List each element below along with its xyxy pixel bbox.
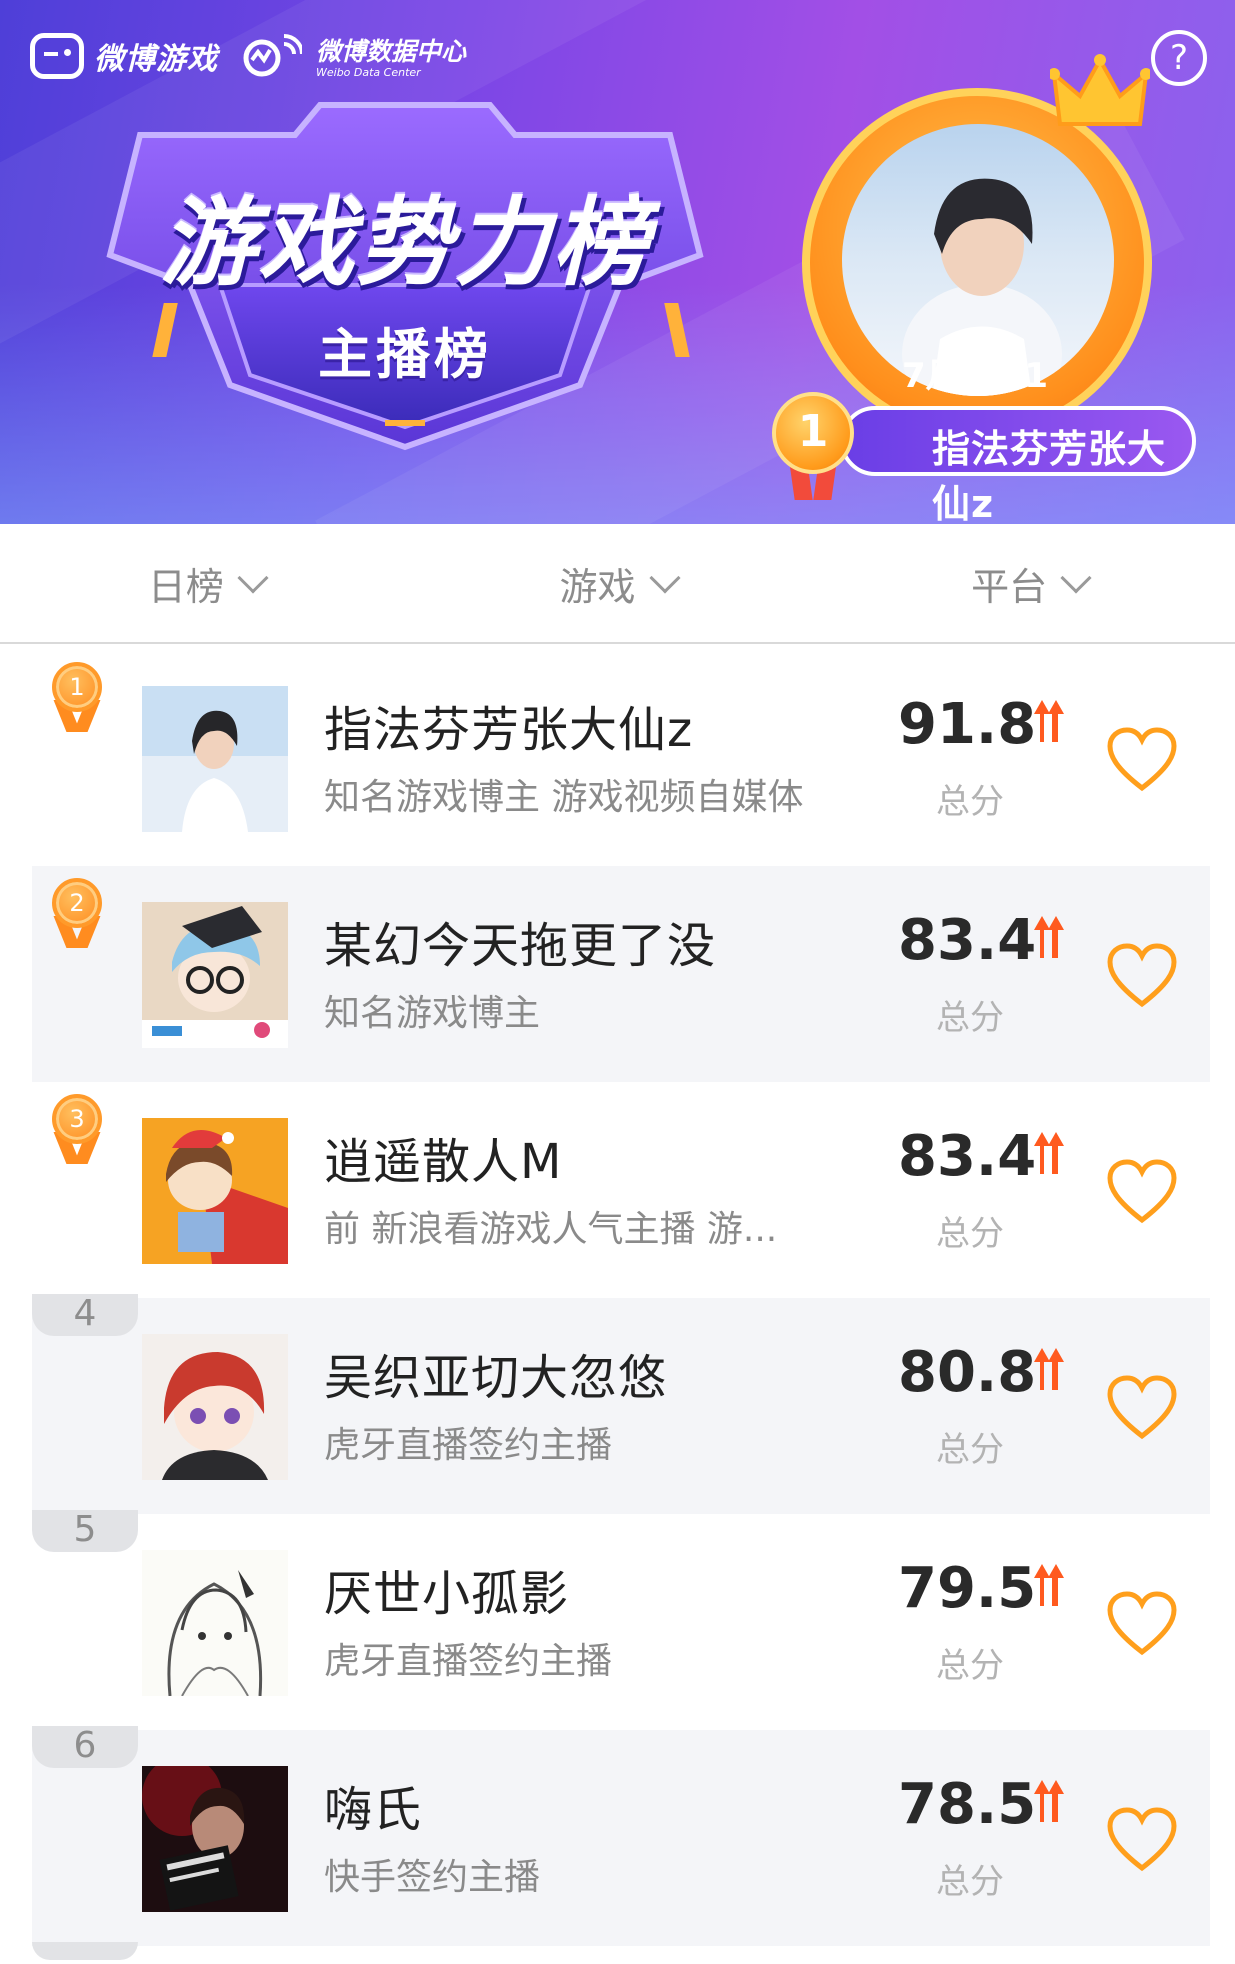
score-label: 总分 xyxy=(936,1862,1004,1902)
heart-icon[interactable] xyxy=(1106,1590,1178,1656)
page: 微博游戏 微博数据中心 Weibo Data Center ? 游戏势力榜 主播… xyxy=(0,0,1235,1964)
page-title: 游戏势力榜 xyxy=(160,187,650,299)
streamer-name[interactable]: 逍遥散人M xyxy=(324,1122,562,1192)
chevron-down-icon xyxy=(237,562,269,594)
champion-medal-icon: 1 xyxy=(772,392,854,500)
rank-medal-icon: 2 xyxy=(46,878,108,958)
filter-period-label: 日榜 xyxy=(147,564,224,609)
heart-icon[interactable] xyxy=(1106,1374,1178,1440)
avatar[interactable] xyxy=(142,1550,288,1696)
trend-up-icon xyxy=(1034,1564,1064,1606)
brand-game-text: 微博游戏 xyxy=(94,41,218,77)
streamer-description: 虎牙直播签约主播 xyxy=(324,1641,613,1682)
trend-up-icon xyxy=(1034,1132,1064,1174)
streamer-name[interactable]: 吴织亚切大忽悠 xyxy=(324,1338,667,1408)
avatar[interactable] xyxy=(142,902,288,1048)
chevron-down-icon xyxy=(1060,562,1092,594)
heart-icon[interactable] xyxy=(1106,942,1178,1008)
total-score: 78.5 xyxy=(898,1772,1037,1837)
trend-up-icon xyxy=(1034,1780,1064,1822)
list-item[interactable]: 2 某幻今天拖更了没 知名游戏博主 83.4 总分 xyxy=(32,866,1210,1082)
header-banner: 微博游戏 微博数据中心 Weibo Data Center ? 游戏势力榜 主播… xyxy=(0,0,1235,524)
streamer-name[interactable]: 某幻今天拖更了没 xyxy=(324,906,716,976)
avatar[interactable] xyxy=(142,1334,288,1480)
divider xyxy=(0,642,1235,644)
filter-game-dropdown[interactable]: 游戏 xyxy=(412,524,824,642)
trend-up-icon xyxy=(1034,700,1064,742)
rank-medal-icon: 3 xyxy=(46,1094,108,1174)
list-item[interactable] xyxy=(32,1942,1210,1964)
page-subtitle: 主播榜 xyxy=(318,323,492,386)
chevron-down-icon xyxy=(648,562,681,594)
streamer-description: 前 新浪看游戏人气主播 游... xyxy=(324,1209,778,1250)
streamer-name[interactable]: 嗨氏 xyxy=(324,1770,422,1840)
avatar[interactable] xyxy=(142,686,288,832)
brand-logos: 微博游戏 微博数据中心 Weibo Data Center xyxy=(30,32,466,79)
filter-platform-dropdown[interactable]: 平台 xyxy=(823,524,1235,642)
heart-icon[interactable] xyxy=(1106,1158,1178,1224)
brand-data-en-text: Weibo Data Center xyxy=(316,66,421,79)
filter-game-label: 游戏 xyxy=(559,564,636,609)
list-item[interactable]: 6 嗨氏 快手签约主播 78.5 总分 xyxy=(32,1726,1210,1946)
score-label: 总分 xyxy=(936,1430,1004,1470)
total-score: 79.5 xyxy=(898,1556,1037,1621)
rank-number: 4 xyxy=(32,1294,138,1336)
streamer-name[interactable]: 厌世小孤影 xyxy=(324,1554,569,1624)
heart-icon[interactable] xyxy=(1106,1806,1178,1872)
score-label: 总分 xyxy=(936,998,1004,1038)
brand-data-text: 微博数据中心 xyxy=(316,37,467,66)
total-score: 83.4 xyxy=(898,908,1037,973)
heart-icon[interactable] xyxy=(1106,726,1178,792)
filter-platform-label: 平台 xyxy=(971,564,1048,609)
streamer-description: 虎牙直播签约主播 xyxy=(324,1425,613,1466)
list-item[interactable]: 1 指法芬芳张大仙z 知名游戏博主 游戏视频自媒体 91.8 总分 xyxy=(32,650,1210,866)
crown-icon xyxy=(1050,54,1150,126)
champion-month-label: 7月No.1 xyxy=(901,356,1049,396)
trend-up-icon xyxy=(1034,916,1064,958)
score-label: 总分 xyxy=(936,782,1004,822)
weibo-data-icon xyxy=(240,33,304,78)
score-label: 总分 xyxy=(936,1646,1004,1686)
total-score: 91.8 xyxy=(898,692,1037,757)
avatar[interactable] xyxy=(142,1118,288,1264)
filter-bar: 日榜 游戏 平台 xyxy=(0,524,1235,642)
rank-number-partial xyxy=(32,1942,138,1960)
trend-up-icon xyxy=(1034,1348,1064,1390)
ranking-shield: 游戏势力榜 主播榜 xyxy=(60,95,750,455)
filter-period-dropdown[interactable]: 日榜 xyxy=(0,524,412,642)
champion-name-pill: 指法芬芳张大仙z xyxy=(840,406,1196,524)
champion-card[interactable]: 7月No.1 指法芬芳张大仙z 1 xyxy=(772,54,1210,524)
gamepad-icon xyxy=(30,32,84,79)
streamer-description: 知名游戏博主 游戏视频自媒体 xyxy=(324,777,804,818)
total-score: 80.8 xyxy=(898,1340,1037,1405)
list-item[interactable]: 3 逍遥散人M 前 新浪看游戏人气主播 游... 83.4 总分 xyxy=(32,1082,1210,1298)
list-item[interactable]: 4 吴织亚切大忽悠 虎牙直播签约主播 80.8 总分 xyxy=(32,1294,1210,1514)
streamer-name[interactable]: 指法芬芳张大仙z xyxy=(324,690,693,760)
streamer-description: 快手签约主播 xyxy=(324,1857,541,1898)
rank-medal-icon: 1 xyxy=(46,662,108,742)
champion-name: 指法芬芳张大仙z xyxy=(932,427,1167,524)
total-score: 83.4 xyxy=(898,1124,1037,1189)
list-item[interactable]: 5 厌世小孤影 虎牙直播签约主播 79.5 总分 xyxy=(32,1510,1210,1730)
rank-number: 5 xyxy=(32,1510,138,1552)
rank-number: 6 xyxy=(32,1726,138,1768)
score-label: 总分 xyxy=(936,1214,1004,1254)
avatar[interactable] xyxy=(142,1766,288,1912)
streamer-description: 知名游戏博主 xyxy=(324,993,541,1034)
